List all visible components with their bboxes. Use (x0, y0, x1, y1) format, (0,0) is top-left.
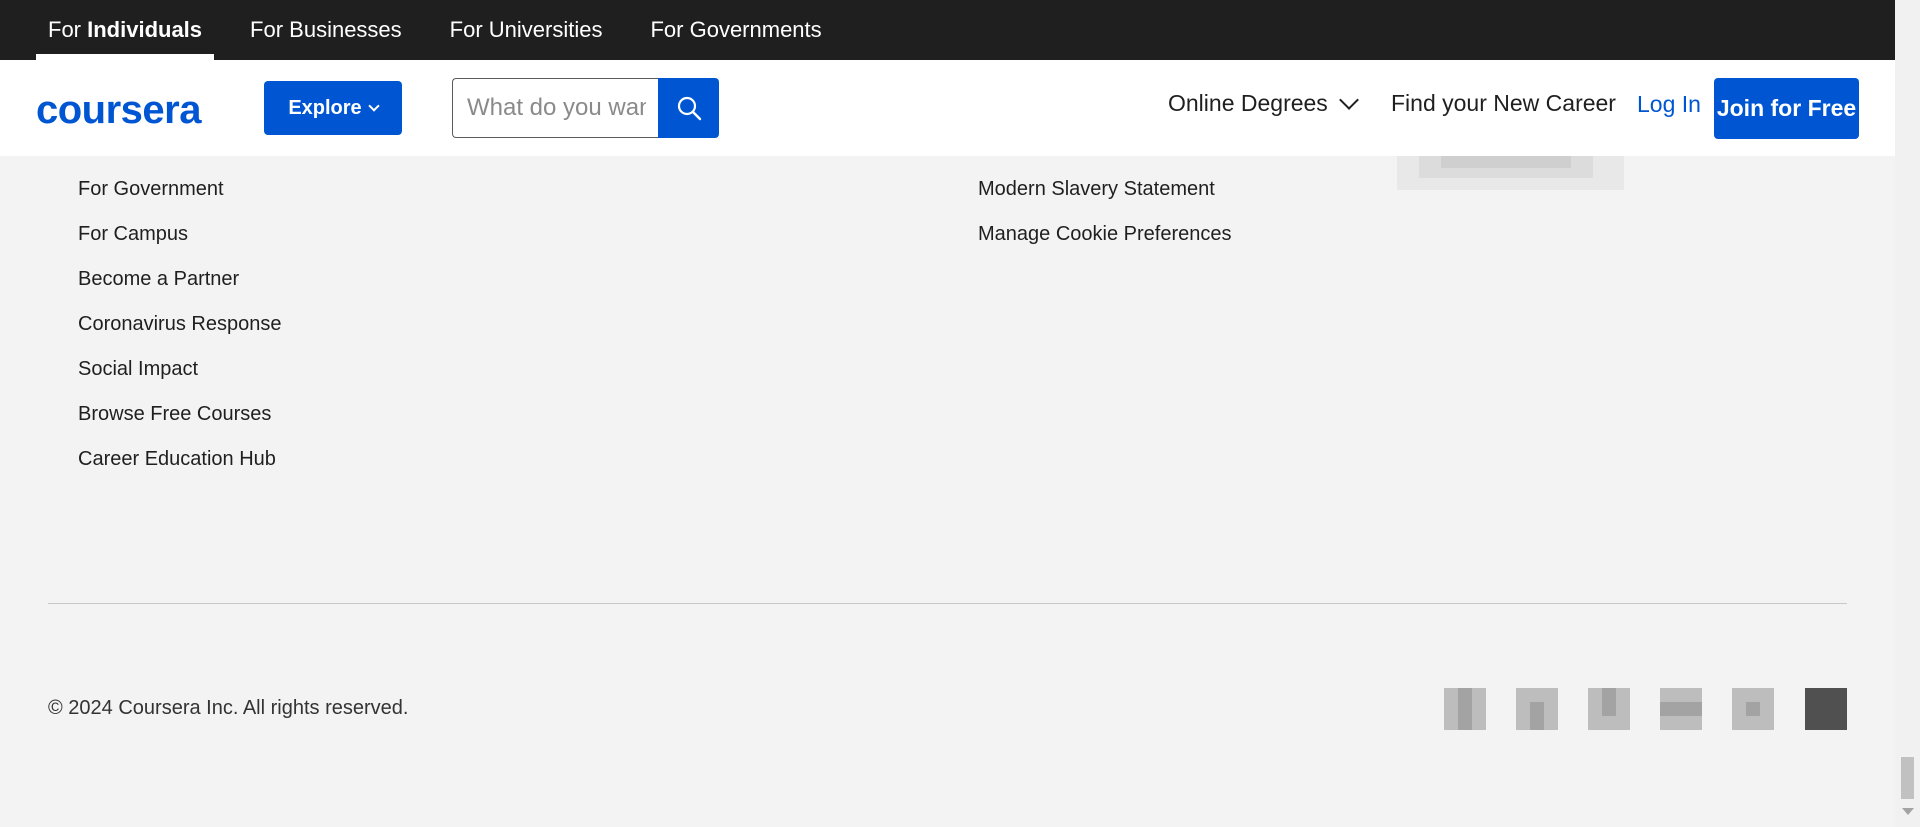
chevron-down-icon (368, 100, 380, 112)
find-career-link[interactable]: Find your New Career (1391, 90, 1616, 117)
badge-blur-layer (1441, 156, 1571, 168)
icon-pixel-block (1746, 702, 1760, 716)
scrollbar-thumb[interactable] (1901, 757, 1914, 799)
audience-tab-individuals[interactable]: For Individuals (36, 0, 215, 60)
main-header: coursera Explore Online Degrees Find you… (0, 60, 1895, 156)
explore-button-label: Explore (288, 96, 362, 119)
instagram-icon[interactable] (1732, 688, 1774, 730)
scroll-down-arrow-icon[interactable] (1902, 808, 1914, 815)
online-degrees-label: Online Degrees (1168, 90, 1328, 116)
footer-link-for-campus[interactable]: For Campus (78, 223, 188, 246)
youtube-icon[interactable] (1660, 688, 1702, 730)
audience-tab-governments[interactable]: For Governments (638, 0, 833, 60)
audience-tab-businesses[interactable]: For Businesses (238, 0, 414, 60)
audience-tab-universities[interactable]: For Universities (438, 0, 615, 60)
footer-link-become-partner[interactable]: Become a Partner (78, 268, 239, 291)
footer-link-social-impact[interactable]: Social Impact (78, 358, 198, 381)
icon-pixel-block (1602, 688, 1616, 716)
online-degrees-menu[interactable]: Online Degrees (1168, 89, 1359, 117)
search-field[interactable] (452, 78, 660, 138)
icon-pixel-block (1660, 702, 1702, 716)
icon-pixel-block (1530, 702, 1544, 730)
linkedin-icon[interactable] (1516, 688, 1558, 730)
copyright-text: © 2024 Coursera Inc. All rights reserved… (48, 697, 409, 719)
search-icon (677, 96, 701, 121)
icon-pixel-block (1458, 688, 1472, 730)
login-link[interactable]: Log In (1637, 91, 1701, 118)
twitter-icon[interactable] (1588, 688, 1630, 730)
app-store-badge-image[interactable] (1397, 156, 1624, 190)
search-button[interactable] (658, 78, 719, 138)
footer-link-career-education-hub[interactable]: Career Education Hub (78, 448, 276, 471)
footer-link-manage-cookie-preferences[interactable]: Manage Cookie Preferences (978, 223, 1231, 246)
audience-nav-bar: For Individuals For Businesses For Unive… (0, 0, 1895, 60)
footer-divider (48, 603, 1847, 604)
footer-link-coronavirus-response[interactable]: Coronavirus Response (78, 313, 281, 336)
search-input[interactable] (453, 79, 660, 137)
footer-link-browse-free-courses[interactable]: Browse Free Courses (78, 403, 271, 426)
footer-link-modern-slavery-statement[interactable]: Modern Slavery Statement (978, 178, 1215, 201)
page-scrollbar[interactable] (1895, 0, 1920, 827)
tiktok-icon[interactable] (1805, 688, 1847, 730)
facebook-icon[interactable] (1444, 688, 1486, 730)
footer-link-for-government[interactable]: For Government (78, 178, 224, 201)
explore-button[interactable]: Explore (264, 81, 402, 135)
audience-tab-individuals-prefix: For (48, 17, 88, 42)
join-for-free-button[interactable]: Join for Free (1714, 78, 1859, 139)
audience-tab-individuals-bold: Individuals (87, 17, 203, 42)
chevron-down-icon (1338, 89, 1359, 110)
coursera-logo[interactable]: coursera (36, 88, 201, 133)
